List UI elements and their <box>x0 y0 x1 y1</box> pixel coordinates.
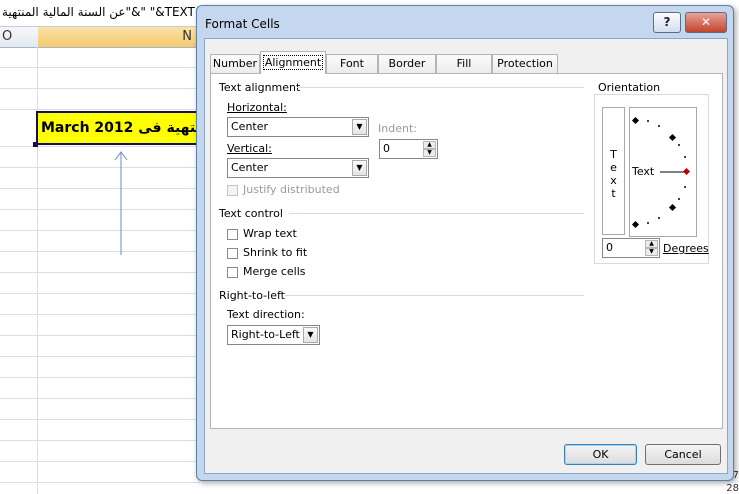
vertical-select[interactable]: Center ▼ <box>227 158 369 178</box>
grid-line <box>0 440 200 441</box>
tab-label: Protection <box>497 57 553 70</box>
dialog-title-bar[interactable]: Format Cells ? ✕ <box>197 6 733 38</box>
tab-number[interactable]: Number <box>210 54 260 73</box>
grid-line <box>0 461 200 462</box>
tab-label: Border <box>388 57 426 70</box>
grid-line <box>0 188 200 189</box>
grid-line <box>0 146 200 147</box>
grid-line <box>0 67 200 68</box>
grid-line <box>0 335 200 336</box>
annotation-arrow-icon <box>114 151 128 255</box>
grid-line <box>0 398 200 399</box>
tab-font[interactable]: Font <box>326 54 378 73</box>
close-button[interactable]: ✕ <box>685 12 727 33</box>
format-cells-dialog: Format Cells ? ✕ Number Alignment Font B… <box>196 5 734 481</box>
justify-distributed-checkbox[interactable]: Justify distributed <box>227 183 340 197</box>
merge-cells-label: Merge cells <box>243 265 306 278</box>
row-number: 28 <box>726 483 739 494</box>
text-direction-value: Right-to-Left <box>231 328 300 341</box>
checkbox-box[interactable] <box>227 184 238 196</box>
checkbox-box[interactable] <box>227 228 238 240</box>
column-header-n[interactable]: N <box>38 27 198 47</box>
alignment-panel: Text alignment Horizontal: Center ▼ Inde… <box>210 73 723 429</box>
degrees-spinner[interactable]: 0 ▲ ▼ <box>602 238 660 258</box>
dialog-body: Number Alignment Font Border Fill Protec… <box>204 38 728 474</box>
orientation-heading: Orientation <box>598 81 661 94</box>
vertical-label-text: Vertical: <box>227 142 272 155</box>
text-direction-label: Text direction: <box>227 308 305 321</box>
shrink-to-fit-checkbox[interactable]: Shrink to fit <box>227 246 307 260</box>
grid-line <box>0 209 200 210</box>
chevron-down-icon[interactable]: ▼ <box>352 160 367 176</box>
column-header-o[interactable]: O <box>0 27 40 47</box>
horizontal-label: Horizontal: <box>227 101 287 114</box>
chevron-down-icon[interactable]: ▼ <box>303 327 318 343</box>
help-button[interactable]: ? <box>653 12 681 33</box>
dial-text-label: Text <box>632 165 655 178</box>
tab-label: Font <box>340 57 364 70</box>
grid-line <box>0 356 200 357</box>
right-to-left-heading: Right-to-left <box>219 289 285 302</box>
chevron-down-icon[interactable]: ▼ <box>352 119 367 135</box>
indent-value: 0 <box>383 142 390 155</box>
justify-distributed-label: Justify distributed <box>243 183 340 196</box>
degrees-label-text: Degrees <box>663 242 709 255</box>
vertical-label: Vertical: <box>227 142 272 155</box>
fill-handle[interactable] <box>33 142 38 147</box>
spin-up-icon[interactable]: ▲ <box>645 240 658 248</box>
tab-label: Fill <box>456 57 472 70</box>
text-control-heading: Text control <box>219 207 283 220</box>
tab-label: Number <box>212 57 258 70</box>
grid-line <box>0 88 200 89</box>
spin-up-icon[interactable]: ▲ <box>423 141 436 149</box>
tab-border[interactable]: Border <box>378 54 436 73</box>
grid-line <box>0 167 200 168</box>
text-alignment-heading: Text alignment <box>219 81 301 94</box>
indent-label: Indent: <box>378 122 417 135</box>
grid-line <box>0 419 200 420</box>
vertical-text-toggle[interactable]: T e x t <box>602 107 625 235</box>
grid-line <box>0 251 200 252</box>
spin-down-icon[interactable]: ▼ <box>645 248 658 256</box>
wrap-text-label: Wrap text <box>243 227 297 240</box>
dialog-title: Format Cells <box>205 17 280 31</box>
merge-cells-checkbox[interactable]: Merge cells <box>227 265 306 279</box>
orientation-box: T e x t Text 0 ▲ ▼ Degrees <box>594 94 709 264</box>
grid-line <box>0 272 200 273</box>
vertical-value: Center <box>231 161 269 174</box>
cancel-button[interactable]: Cancel <box>645 444 721 465</box>
tab-protection[interactable]: Protection <box>492 54 558 73</box>
separator <box>297 87 584 88</box>
spin-down-icon[interactable]: ▼ <box>423 149 436 157</box>
separator <box>285 295 584 296</box>
grid-line <box>0 293 200 294</box>
degrees-label: Degrees <box>663 242 709 255</box>
indent-spinner[interactable]: 0 ▲ ▼ <box>379 139 438 159</box>
horizontal-select[interactable]: Center ▼ <box>227 117 369 137</box>
grid-line <box>0 230 200 231</box>
checkbox-box[interactable] <box>227 266 238 278</box>
selected-cell[interactable]: March 2012 ٣١ المنتهية فى <box>36 111 200 145</box>
checkbox-box[interactable] <box>227 247 238 259</box>
grid-line <box>0 377 200 378</box>
text-direction-select[interactable]: Right-to-Left ▼ <box>227 325 320 345</box>
tab-label: Alignment <box>262 55 324 70</box>
grid-line <box>0 482 200 483</box>
degrees-value: 0 <box>606 241 613 254</box>
grid-line <box>0 109 200 110</box>
horizontal-value: Center <box>231 120 269 133</box>
tab-alignment[interactable]: Alignment <box>260 51 326 74</box>
shrink-to-fit-label: Shrink to fit <box>243 246 308 259</box>
wrap-text-checkbox[interactable]: Wrap text <box>227 227 297 241</box>
horizontal-label-text: Horizontal: <box>227 101 287 114</box>
ok-button[interactable]: OK <box>564 444 637 465</box>
tab-fill[interactable]: Fill <box>436 54 492 73</box>
orientation-dial[interactable]: Text <box>629 107 697 237</box>
separator <box>289 213 584 214</box>
grid-line <box>0 314 200 315</box>
